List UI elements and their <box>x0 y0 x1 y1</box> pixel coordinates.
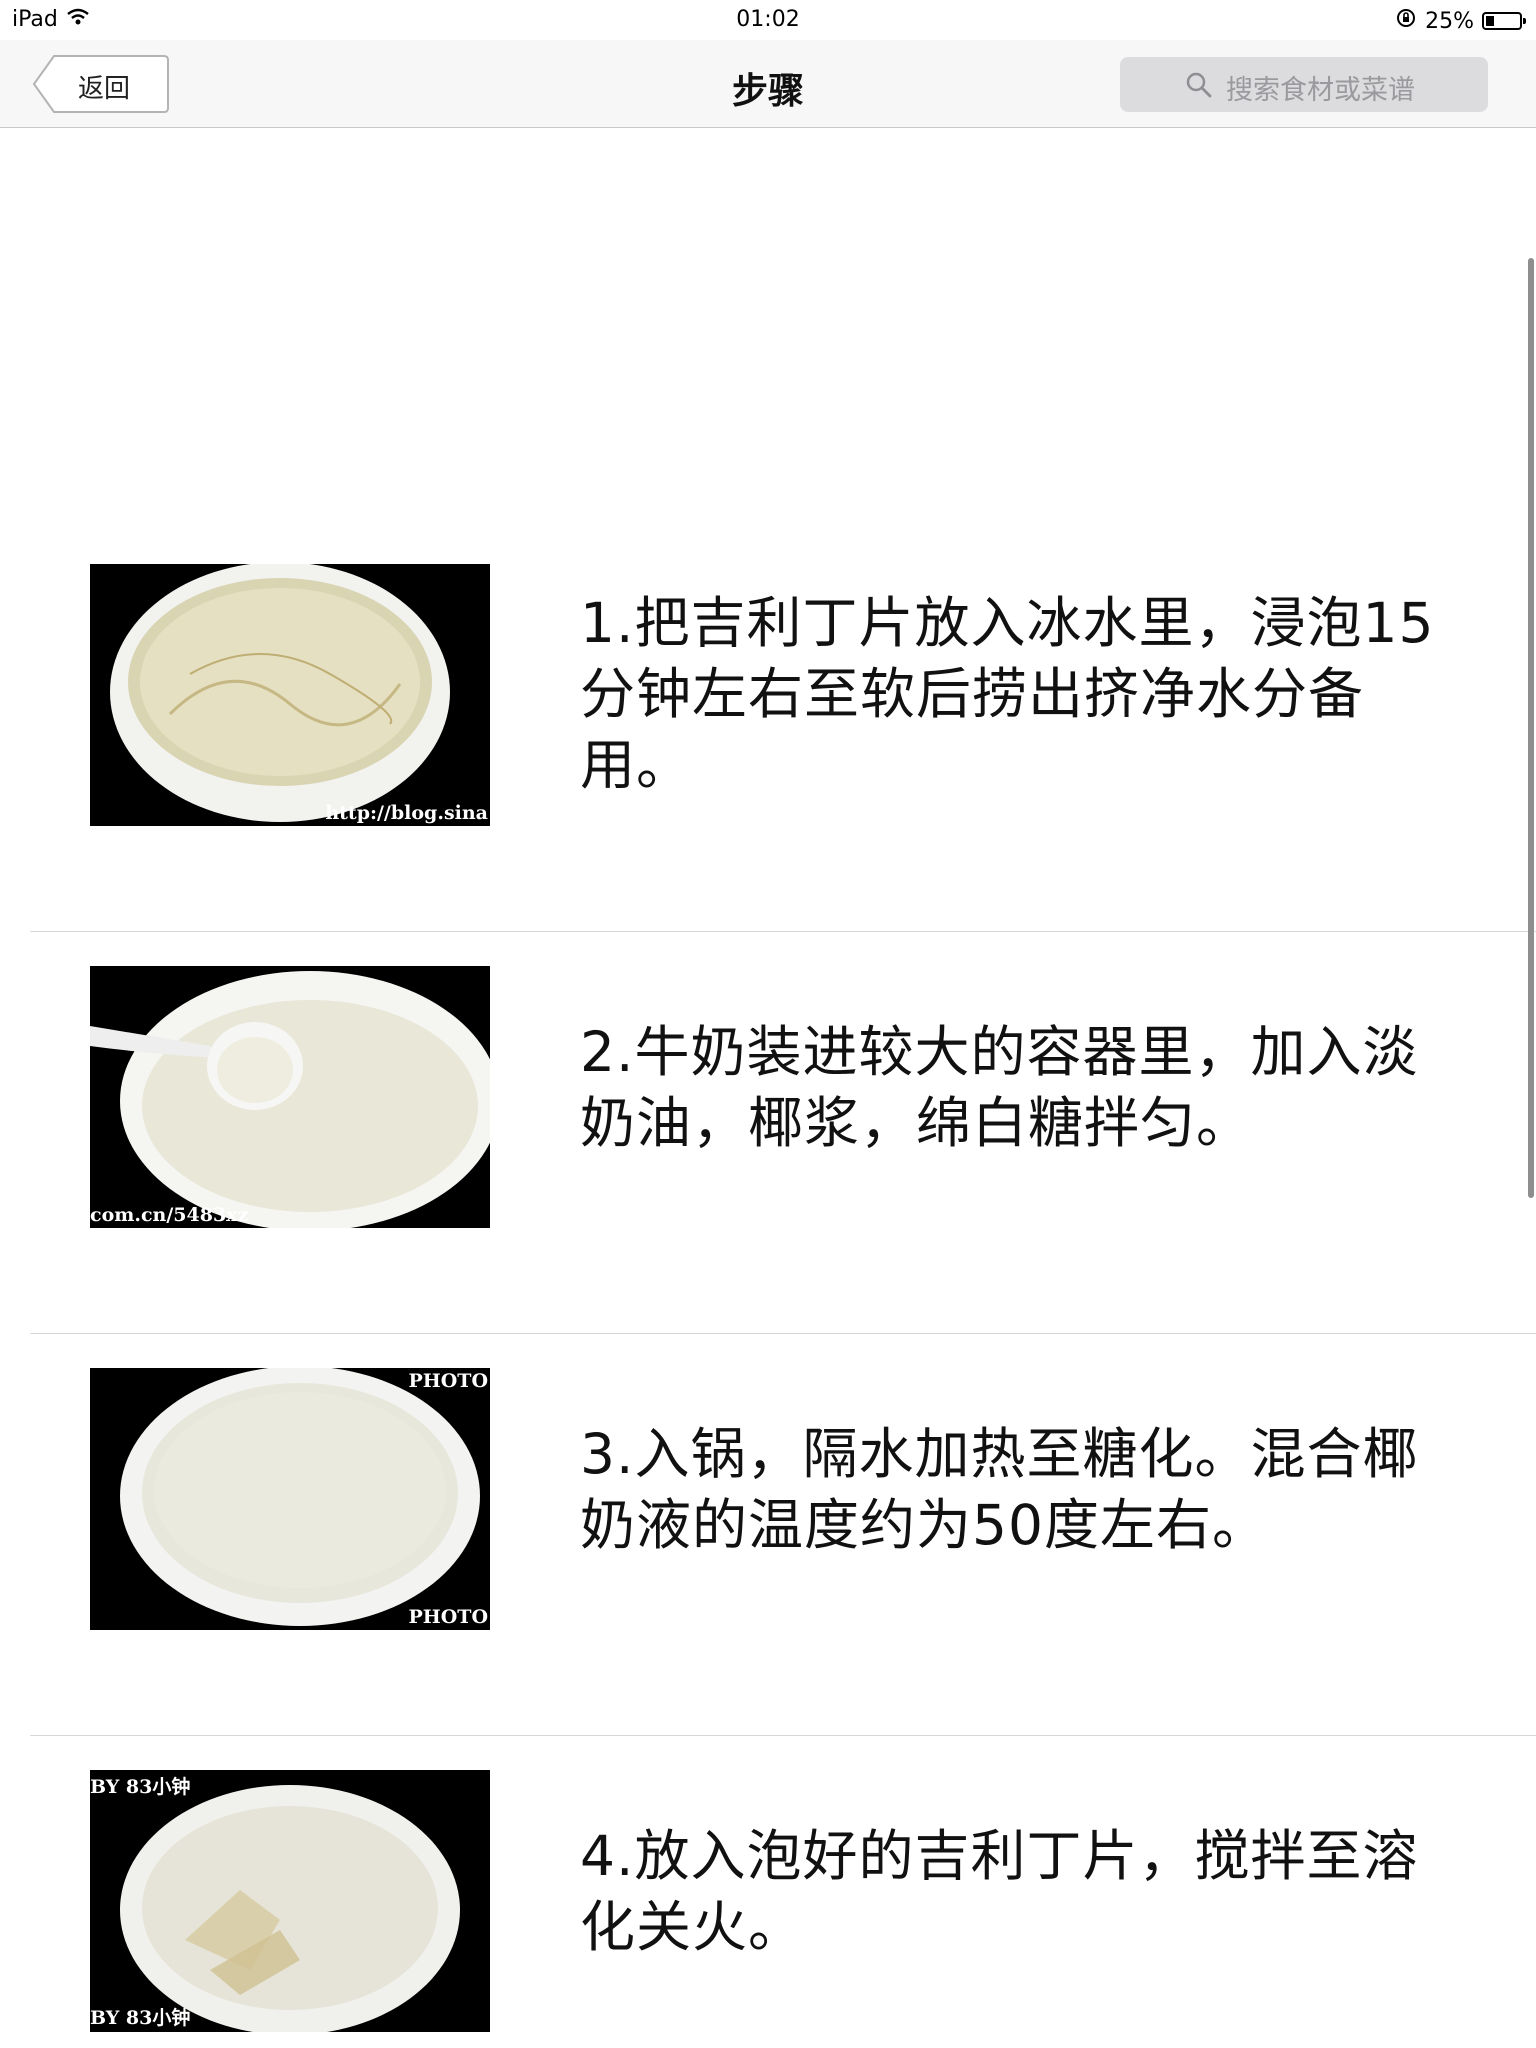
photo-watermark: http://blog.sina <box>325 802 488 824</box>
battery-icon <box>1482 12 1526 30</box>
battery-percent: 25% <box>1425 8 1474 34</box>
step-photo: BY 83小钟 BY 83小钟 <box>90 1770 490 2032</box>
step-description: 2.牛奶装进较大的容器里，加入淡奶油，椰浆，绵白糖拌匀。 <box>580 1020 1419 1155</box>
step-photo: PHOTO PHOTO <box>90 1368 490 1630</box>
step-photo: com.cn/5483xz <box>90 966 490 1228</box>
step-description: 3.入锅，隔水加热至糖化。混合椰奶液的温度约为50度左右。 <box>580 1422 1419 1557</box>
step-description: 1.把吉利丁片放入冰水里，浸泡15分钟左右至软后捞出挤净水分备用。 <box>580 591 1435 797</box>
step-photo: http://blog.sina <box>90 564 490 826</box>
search-input[interactable]: 搜索食材或菜谱 <box>1120 57 1488 112</box>
photo-watermark: com.cn/5483xz <box>90 1204 249 1226</box>
photo-watermark: BY 83小钟 <box>90 1776 191 1798</box>
step-description: 4.放入泡好的吉利丁片，搅拌至溶化关火。 <box>580 1824 1419 1959</box>
photo-watermark: BY 83小钟 <box>90 2007 191 2029</box>
orientation-lock-icon <box>1395 7 1417 35</box>
scrollbar[interactable] <box>1528 258 1534 1198</box>
photo-watermark: PHOTO <box>408 1370 488 1392</box>
step-item: com.cn/5483xz 2.牛奶装进较大的容器里，加入淡奶油，椰浆，绵白糖拌… <box>30 932 1536 1334</box>
steps-list[interactable]: http://blog.sina 1.把吉利丁片放入冰水里，浸泡15分钟左右至软… <box>0 128 1536 2048</box>
status-time: 01:02 <box>736 7 800 32</box>
battery-fill <box>1486 16 1494 26</box>
status-right: 25% <box>1395 7 1526 35</box>
status-bar: iPad 01:02 25% <box>0 0 1536 40</box>
search-placeholder: 搜索食材或菜谱 <box>1226 75 1415 106</box>
navigation-bar: 返回 步骤 搜索食材或菜谱 <box>0 40 1536 128</box>
search-icon <box>1184 70 1214 104</box>
photo-watermark: PHOTO <box>408 1606 488 1628</box>
step-item: BY 83小钟 BY 83小钟 4.放入泡好的吉利丁片，搅拌至溶化关火。 <box>30 1736 1536 2048</box>
step-item: PHOTO PHOTO 3.入锅，隔水加热至糖化。混合椰奶液的温度约为50度左右… <box>30 1334 1536 1736</box>
step-item: http://blog.sina 1.把吉利丁片放入冰水里，浸泡15分钟左右至软… <box>30 530 1536 932</box>
